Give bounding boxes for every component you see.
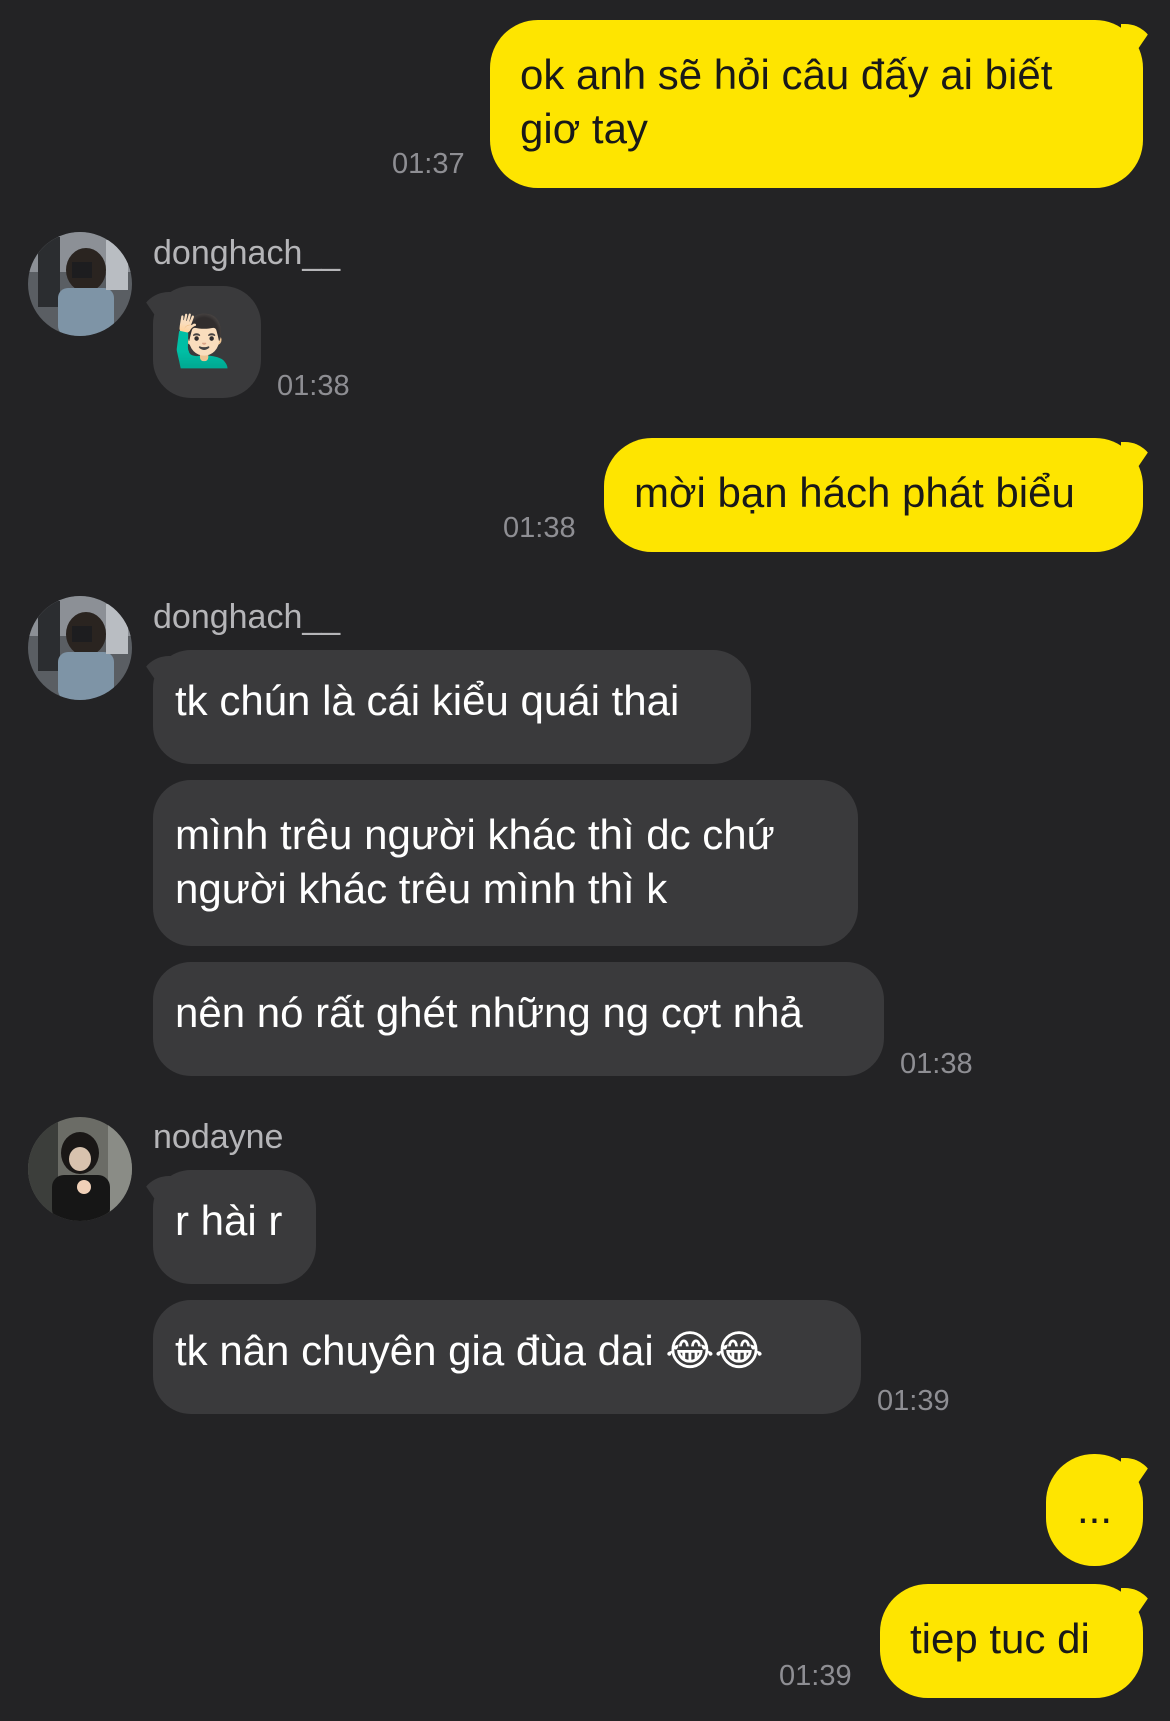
message-text: nên nó rất ghét những ng cợt nhả xyxy=(175,989,803,1036)
incoming-message[interactable]: nên nó rất ghét những ng cợt nhả xyxy=(153,962,884,1076)
message-text: tk nân chuyên gia đùa dai 😂😂 xyxy=(175,1327,764,1374)
message-timestamp: 01:38 xyxy=(900,1048,973,1080)
message-text: ... xyxy=(1076,1485,1112,1532)
incoming-message[interactable]: tk nân chuyên gia đùa dai 😂😂 xyxy=(153,1300,861,1414)
incoming-message[interactable]: tk chún là cái kiểu quái thai xyxy=(153,650,751,764)
sender-name: donghach__ xyxy=(153,234,341,272)
incoming-message[interactable]: 🙋🏻‍♂️ xyxy=(153,286,261,398)
message-timestamp: 01:38 xyxy=(277,370,350,402)
avatar[interactable] xyxy=(28,1117,132,1221)
message-text: tiep tuc di xyxy=(910,1615,1090,1662)
avatar[interactable] xyxy=(28,232,132,336)
message-text-line: người khác trêu mình thì k xyxy=(175,865,668,912)
message-timestamp: 01:38 xyxy=(503,512,576,544)
message-timestamp: 01:39 xyxy=(877,1385,950,1417)
message-timestamp: 01:37 xyxy=(392,148,465,180)
wave-emoji-icon: 🙋🏻‍♂️ xyxy=(173,313,236,369)
message-timestamp: 01:39 xyxy=(779,1660,852,1692)
incoming-message[interactable]: r hài r xyxy=(153,1170,316,1284)
outgoing-message[interactable]: ok anh sẽ hỏi câu đấy ai biết giơ tay xyxy=(490,20,1143,188)
message-text: tk chún là cái kiểu quái thai xyxy=(175,677,680,724)
message-text-line: mình trêu người khác thì dc chứ xyxy=(175,811,775,858)
outgoing-message[interactable]: mời bạn hách phát biểu xyxy=(604,438,1143,552)
message-text-line: ok anh sẽ hỏi câu đấy ai biết xyxy=(520,51,1053,98)
message-text-line: giơ tay xyxy=(520,105,648,152)
sender-name: donghach__ xyxy=(153,598,341,636)
message-text: r hài r xyxy=(175,1197,283,1244)
outgoing-message[interactable]: ... xyxy=(1046,1454,1143,1566)
chat-conversation[interactable]: ok anh sẽ hỏi câu đấy ai biết giơ tay 01… xyxy=(0,0,1170,1721)
incoming-message[interactable]: mình trêu người khác thì dc chứ người kh… xyxy=(153,780,858,946)
message-text: mời bạn hách phát biểu xyxy=(634,469,1075,516)
avatar[interactable] xyxy=(28,596,132,700)
sender-name: nodayne xyxy=(153,1118,284,1156)
outgoing-message[interactable]: tiep tuc di xyxy=(880,1584,1143,1698)
